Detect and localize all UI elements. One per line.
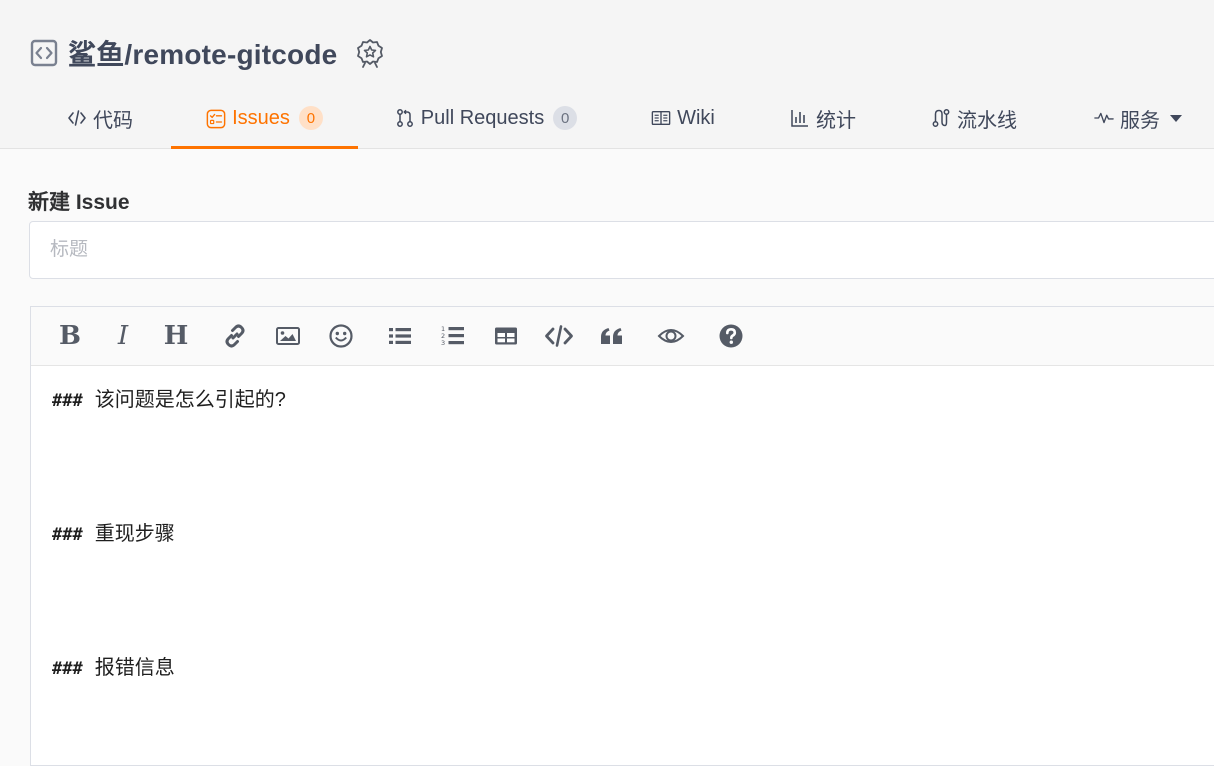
bold-icon[interactable]: B bbox=[55, 321, 85, 351]
tab-wiki-label: Wiki bbox=[677, 106, 715, 129]
heading-marker: ### bbox=[52, 659, 83, 679]
editor-line: ### 报错信息 bbox=[52, 651, 175, 680]
tab-wiki[interactable]: Wiki bbox=[646, 88, 720, 148]
editor-text-area[interactable]: ### 该问题是怎么引起的? ### 重现步骤 ### 报错信息 bbox=[52, 365, 1214, 765]
tab-pipeline[interactable]: 流水线 bbox=[926, 88, 1022, 148]
tab-statistics[interactable]: 统计 bbox=[786, 88, 860, 148]
chevron-down-icon bbox=[1170, 114, 1182, 122]
tab-services[interactable]: 服务 bbox=[1090, 88, 1186, 148]
editor-line-text: 重现步骤 bbox=[94, 523, 175, 545]
pulse-icon bbox=[1094, 108, 1114, 128]
code-icon bbox=[67, 108, 87, 128]
preview-eye-icon[interactable] bbox=[656, 321, 686, 351]
award-badge-icon[interactable] bbox=[355, 38, 385, 68]
editor-line-text: 该问题是怎么引起的? bbox=[94, 389, 286, 411]
repo-header: 鲨鱼/remote-gitcode 代码 Issues 0 Pull Reque… bbox=[0, 0, 1214, 149]
bullet-list-icon[interactable] bbox=[385, 321, 415, 351]
tab-statistics-label: 统计 bbox=[816, 109, 856, 132]
tab-pull-requests-label: Pull Requests bbox=[420, 106, 545, 129]
link-icon[interactable] bbox=[220, 321, 250, 351]
numbered-list-icon[interactable]: 1 2 3 bbox=[438, 321, 468, 351]
help-icon[interactable] bbox=[716, 321, 746, 351]
tab-issues-label: Issues bbox=[232, 106, 290, 129]
tab-code-label: 代码 bbox=[93, 109, 133, 132]
editor-line-text: 报错信息 bbox=[94, 657, 175, 679]
repo-title: 鲨鱼/remote-gitcode bbox=[30, 36, 385, 70]
quote-icon[interactable] bbox=[597, 321, 627, 351]
image-icon[interactable] bbox=[273, 321, 303, 351]
svg-text:3: 3 bbox=[441, 339, 445, 347]
issues-icon bbox=[206, 108, 226, 129]
markdown-editor: B I H 1 2 3 ### 该问题是怎么引起的? ### 重现步骤 ### … bbox=[30, 306, 1214, 766]
tab-pull-requests[interactable]: Pull Requests 0 bbox=[394, 88, 578, 148]
repo-tabs: 代码 Issues 0 Pull Requests 0 Wiki 统计 流水线 … bbox=[0, 88, 1214, 149]
editor-toolbar: B I H 1 2 3 bbox=[31, 307, 1214, 366]
tab-code[interactable]: 代码 bbox=[62, 88, 138, 148]
tab-pipeline-label: 流水线 bbox=[957, 109, 1017, 132]
table-icon[interactable] bbox=[491, 321, 521, 351]
heading-marker: ### bbox=[52, 391, 83, 411]
code-repo-icon bbox=[30, 39, 58, 67]
repo-name-link[interactable]: 鲨鱼/remote-gitcode bbox=[68, 33, 337, 73]
issue-title-input[interactable] bbox=[29, 221, 1214, 279]
heading-marker: ### bbox=[52, 525, 83, 545]
italic-icon[interactable]: I bbox=[108, 321, 138, 351]
heading-icon[interactable]: H bbox=[161, 321, 191, 351]
editor-line: ### 该问题是怎么引起的? bbox=[52, 383, 286, 412]
issues-count-badge: 0 bbox=[298, 106, 323, 130]
code-block-icon[interactable] bbox=[544, 321, 574, 351]
tab-issues[interactable]: Issues 0 bbox=[171, 88, 358, 149]
pull-requests-count-badge: 0 bbox=[553, 106, 578, 130]
pipeline-icon bbox=[931, 108, 951, 128]
tab-services-label: 服务 bbox=[1120, 109, 1160, 132]
book-icon bbox=[651, 108, 671, 128]
editor-line: ### 重现步骤 bbox=[52, 517, 175, 546]
bar-chart-icon bbox=[790, 108, 810, 128]
new-issue-heading: 新建 Issue bbox=[28, 191, 130, 214]
pull-request-icon bbox=[395, 108, 415, 128]
emoji-icon[interactable] bbox=[326, 321, 356, 351]
